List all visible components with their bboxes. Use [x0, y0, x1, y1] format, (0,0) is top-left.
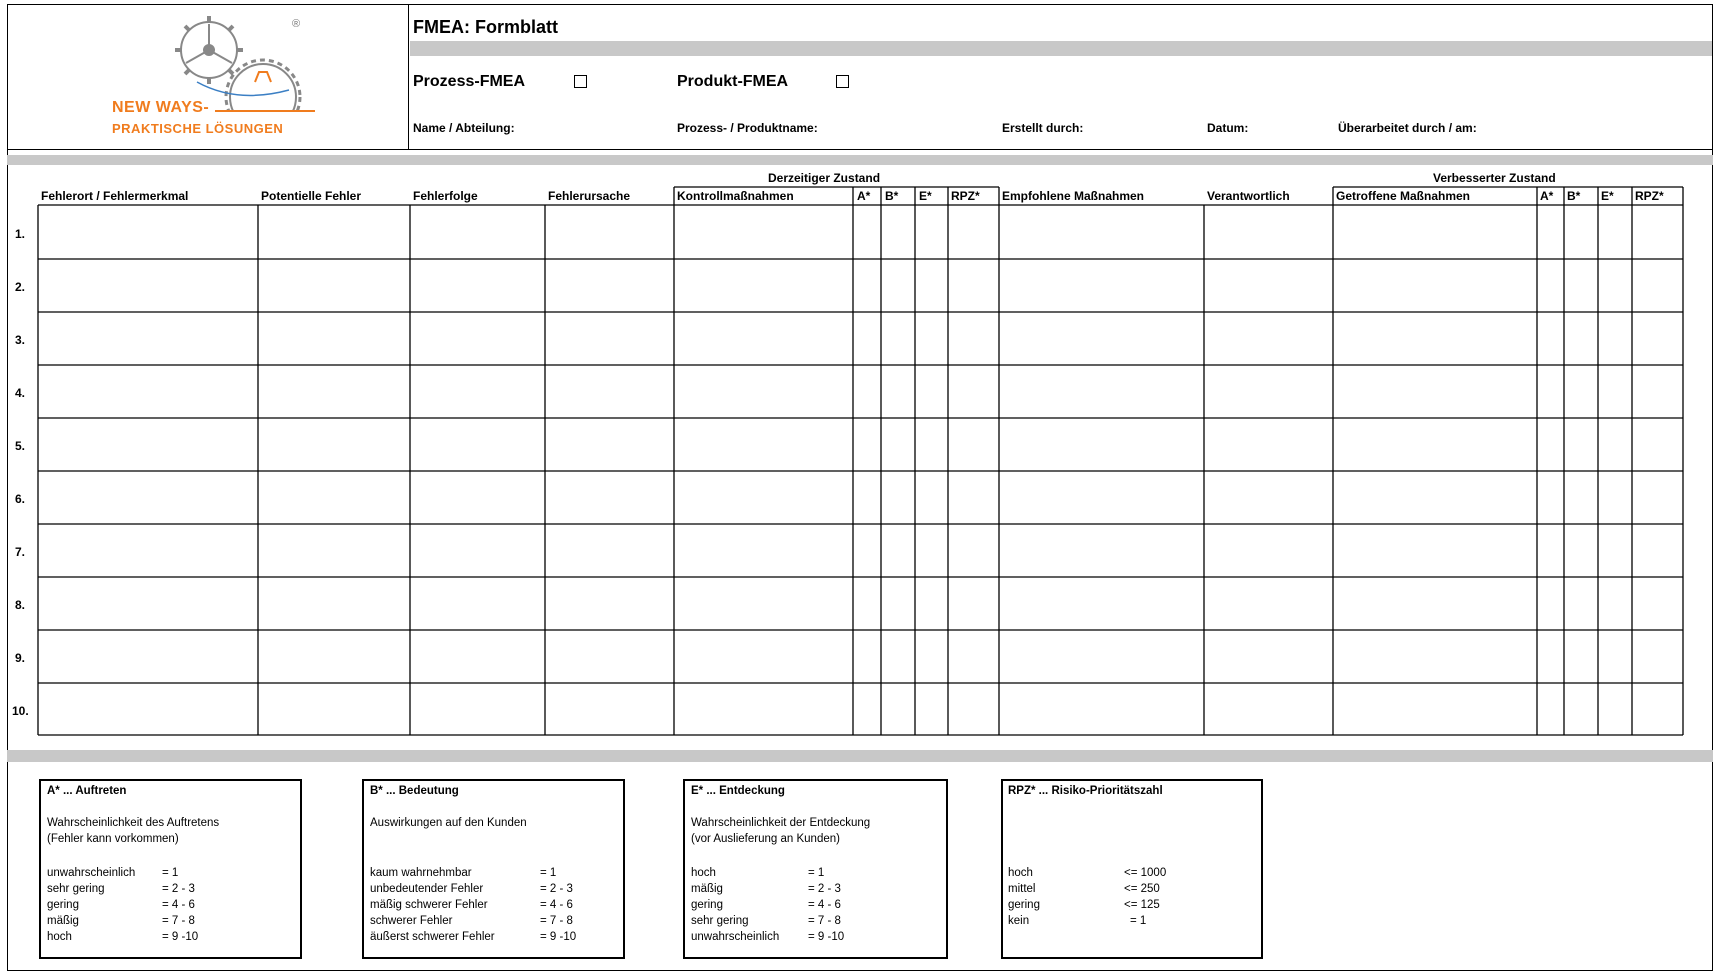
row-number: 5. [15, 439, 26, 453]
legend-scale-label: hoch [47, 931, 72, 943]
gear-logo-icon [175, 16, 302, 112]
col-e-improved: E* [1601, 189, 1614, 203]
row-number: 10. [12, 704, 29, 718]
legend-scale-value: <= 250 [1124, 883, 1160, 895]
legend-scale-label: mäßig schwerer Fehler [370, 899, 488, 911]
col-e-current: E* [919, 189, 932, 203]
legend-scale-label: mittel [1008, 883, 1036, 895]
legend-scale-label: unbedeutender Fehler [370, 883, 484, 895]
logo-text-line1: NEW WAYS- [112, 99, 210, 116]
col-b-improved: B* [1567, 189, 1581, 203]
row-number: 1. [15, 227, 26, 241]
legend-description: Wahrscheinlichkeit der Entdeckung [691, 817, 871, 829]
legend-scale-value: = 1 [540, 867, 557, 879]
logo-area: ® NEW WAYS- PRAKTISCHE LÖSUNGEN [7, 4, 409, 150]
process-fmea-label: Prozess-FMEA [413, 73, 526, 90]
header-divider [7, 149, 1713, 150]
legend-title: RPZ* ... Risiko-Prioritätszahl [1008, 785, 1163, 797]
legend-title: A* ... Auftreten [47, 785, 127, 797]
legend-description: Wahrscheinlichkeit des Auftretens [47, 817, 220, 829]
col-rpz-improved: RPZ* [1635, 189, 1664, 203]
row-number: 3. [15, 333, 26, 347]
row-number: 7. [15, 545, 26, 559]
revised-by-field[interactable]: Überarbeitet durch / am: [1338, 121, 1477, 135]
legend-scale-label: gering [1008, 899, 1040, 911]
logo-text-line2: PRAKTISCHE LÖSUNGEN [112, 121, 284, 136]
legend-scale-value: <= 1000 [1124, 867, 1167, 879]
form-title: FMEA: Formblatt [413, 17, 558, 37]
legend-scale-label: kaum wahrnehmbar [370, 867, 472, 879]
legend-scale-value: <= 125 [1124, 899, 1160, 911]
group-current-state: Derzeitiger Zustand [768, 171, 881, 185]
col-kontrollmassnahmen: Kontrollmaßnahmen [677, 189, 794, 203]
name-department-field[interactable]: Name / Abteilung: [413, 121, 515, 135]
legend-scale-label: hoch [691, 867, 716, 879]
legend-scale-label: äußerst schwerer Fehler [370, 931, 495, 943]
legend-description: (Fehler kann vorkommen) [47, 833, 179, 845]
product-fmea-checkbox[interactable] [836, 75, 849, 88]
legend-scale-label: unwahrscheinlich [691, 931, 780, 943]
legend-scale-label: sehr gering [691, 915, 749, 927]
legend-scale-value: = 9 -10 [162, 931, 199, 943]
legend-scale-value: = 7 - 8 [540, 915, 573, 927]
col-verantwortlich: Verantwortlich [1207, 189, 1290, 203]
legend-scale-label: schwerer Fehler [370, 915, 453, 927]
legend-title: E* ... Entdeckung [691, 785, 785, 797]
col-b-current: B* [885, 189, 899, 203]
legend-scale-label: gering [691, 899, 723, 911]
legend-scale-value: = 2 - 3 [540, 883, 573, 895]
legend-scale-label: kein [1008, 915, 1030, 927]
legend-description: Auswirkungen auf den Kunden [370, 817, 527, 829]
legend-scale-label: unwahrscheinlich [47, 867, 136, 879]
legend-description: (vor Auslieferung an Kunden) [691, 833, 840, 845]
row-number: 6. [15, 492, 26, 506]
legend-scale-label: mäßig [47, 915, 79, 927]
product-fmea-label: Produkt-FMEA [677, 73, 789, 90]
legend-scale-label: mäßig [691, 883, 723, 895]
title-bar [410, 41, 1712, 56]
created-by-field[interactable]: Erstellt durch: [1002, 121, 1083, 135]
registered-mark: ® [292, 18, 301, 30]
legend-scale-label: gering [47, 899, 79, 911]
legend-scale-value: = 4 - 6 [808, 899, 841, 911]
row-number: 4. [15, 386, 26, 400]
row-number: 8. [15, 598, 26, 612]
separator-bottom [7, 750, 1713, 762]
col-getroffene-massnahmen: Getroffene Maßnahmen [1336, 189, 1471, 203]
col-a-improved: A* [1540, 189, 1554, 203]
col-rpz-current: RPZ* [951, 189, 980, 203]
legend-scale-value: = 1 [1130, 915, 1147, 927]
logo-underline [215, 110, 315, 112]
legend-title: B* ... Bedeutung [370, 785, 459, 797]
legend-scale-value: = 2 - 3 [808, 883, 841, 895]
separator-top [7, 155, 1713, 165]
legend-scale-value: = 4 - 6 [540, 899, 573, 911]
legend-scale-value: = 9 -10 [808, 931, 845, 943]
legend-scale-value: = 7 - 8 [162, 915, 195, 927]
legend-scale-label: hoch [1008, 867, 1033, 879]
process-product-name-field[interactable]: Prozess- / Produktname: [677, 121, 818, 135]
legend-scale-label: sehr gering [47, 883, 105, 895]
col-empfohlene-massnahmen: Empfohlene Maßnahmen [1002, 189, 1145, 203]
legend-scale-value: = 1 [808, 867, 825, 879]
row-number: 2. [15, 280, 26, 294]
legend-scale-value: = 4 - 6 [162, 899, 195, 911]
row-number: 9. [15, 651, 26, 665]
process-fmea-checkbox[interactable] [574, 75, 587, 88]
legend-scale-value: = 9 -10 [540, 931, 577, 943]
group-improved-state: Verbesserter Zustand [1433, 171, 1556, 185]
col-fehlerort: Fehlerort / Fehlermerkmal [41, 189, 189, 203]
col-fehlerursache: Fehlerursache [548, 189, 631, 203]
col-fehlerfolge: Fehlerfolge [413, 189, 478, 203]
legend-scale-value: = 7 - 8 [808, 915, 841, 927]
col-potentielle-fehler: Potentielle Fehler [261, 189, 362, 203]
legend-scale-value: = 2 - 3 [162, 883, 195, 895]
date-field[interactable]: Datum: [1207, 121, 1248, 135]
col-a-current: A* [857, 189, 871, 203]
legend-scale-value: = 1 [162, 867, 179, 879]
